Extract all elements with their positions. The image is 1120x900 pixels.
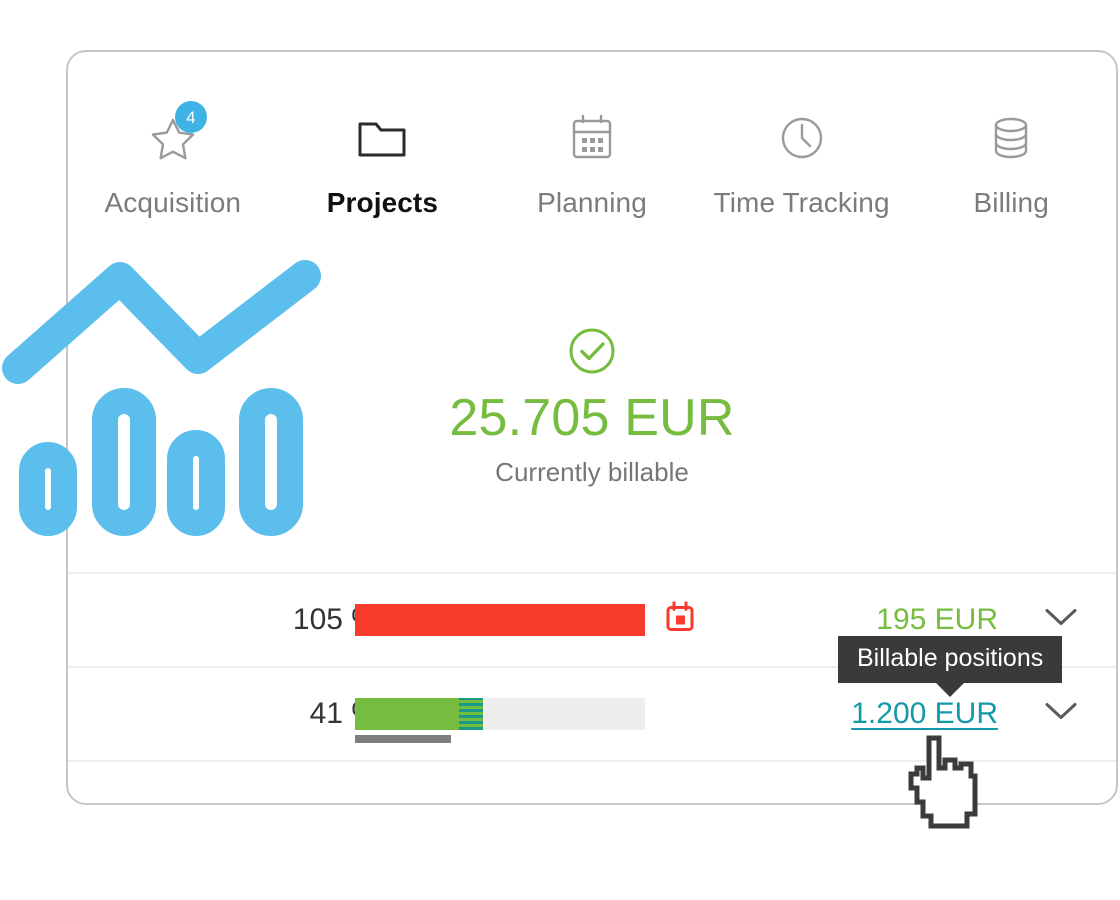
- table-row-empty: [68, 762, 1116, 810]
- calendar-icon: [568, 107, 616, 169]
- coins-stack-icon: [985, 107, 1037, 169]
- billable-amount: 25.705 EUR: [449, 389, 735, 447]
- nav-label-projects: Projects: [326, 187, 439, 218]
- tooltip: Billable positions: [838, 636, 1063, 697]
- billable-summary: 25.705 EUR Currently billable: [68, 325, 1116, 488]
- clock-icon: [776, 107, 828, 169]
- nav-label-billing: Billing: [973, 187, 1049, 218]
- nav-label-time-tracking: Time Tracking: [713, 187, 890, 218]
- nav-label-acquisition: Acquisition: [104, 187, 242, 218]
- tooltip-arrow: [935, 681, 966, 697]
- progress-bar: [355, 698, 645, 743]
- progress-planned-hatch: [459, 698, 483, 730]
- nav-item-projects[interactable]: Projects: [278, 107, 488, 219]
- folder-icon: [356, 107, 408, 169]
- row-amount: 195 EUR: [876, 603, 998, 636]
- nav-label-planning: Planning: [537, 187, 647, 218]
- nav-item-billing[interactable]: Billing: [906, 107, 1116, 219]
- progress-fill: [355, 604, 645, 636]
- nav-item-acquisition[interactable]: 4 Acquisition: [68, 101, 278, 219]
- billable-caption: Currently billable: [495, 457, 689, 488]
- row-amount-link[interactable]: 1.200 EUR: [851, 697, 998, 731]
- nav-item-planning[interactable]: Planning: [487, 107, 697, 219]
- progress-fill: [355, 698, 460, 730]
- calendar-alert-icon[interactable]: [665, 601, 695, 639]
- nav-item-time-tracking[interactable]: Time Tracking: [697, 107, 907, 219]
- progress-bar: [355, 604, 645, 636]
- chevron-down-icon[interactable]: [1044, 701, 1078, 728]
- progress-subbar: [355, 735, 451, 743]
- star-icon: 4: [147, 101, 207, 169]
- main-navigation: 4 Acquisition Projects Planning Time Tra…: [68, 101, 1116, 287]
- acquisition-badge: 4: [174, 101, 207, 133]
- chevron-down-icon[interactable]: [1044, 607, 1078, 634]
- tooltip-text: Billable positions: [838, 636, 1063, 683]
- check-circle-icon: [566, 325, 618, 382]
